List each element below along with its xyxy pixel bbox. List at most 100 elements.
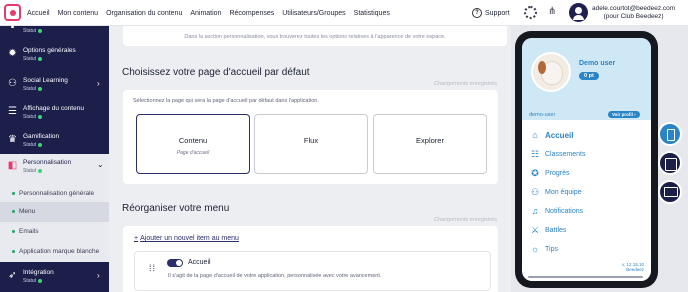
chevron-right-icon: › <box>97 271 100 280</box>
sidebar-item-affichage-contenu[interactable]: ☰ Affichage du contenu Statut <box>0 102 109 124</box>
phone-menu-tips[interactable]: ☼ Tips <box>530 243 558 255</box>
phone-menu-battles[interactable]: ⚔ Battles <box>530 224 566 236</box>
add-menu-item-label: Ajouter un nouvel item au menu <box>140 235 239 242</box>
phone-menu-progres[interactable]: ✪ Progrès <box>530 167 569 179</box>
menu-item-description: Il s'agit de la page d'accueil de votre … <box>168 273 382 279</box>
option-flux[interactable]: Flux <box>254 114 368 174</box>
sidebar-item-label: Personnalisation <box>23 159 72 166</box>
user-account-info[interactable]: adele.courtot@beedeez.com (pour Club Bee… <box>592 5 675 21</box>
menu-card: + Ajouter un nouvel item au menu ⁞⁞ Accue… <box>123 226 498 292</box>
subitem-application-marque-blanche[interactable]: Application marque blanche <box>0 242 109 262</box>
phone-menu-notifications[interactable]: ♫ Notifications <box>530 205 584 217</box>
network-share-icon[interactable]: ⋔ <box>548 6 560 18</box>
view-profile-label: Voir profil <box>612 112 633 117</box>
subitem-menu[interactable]: Menu <box>0 202 109 222</box>
nav-animation[interactable]: Animation <box>190 10 221 17</box>
sidebar-status: Statut <box>23 278 43 284</box>
desktop-device-icon[interactable] <box>658 180 682 204</box>
profile-header: Demo user 0 pt <box>522 38 651 120</box>
menu-item-row: ⁞⁞ Accueil Il s'agit de la page d'accuei… <box>134 251 491 291</box>
sidebar-item-label: Intégration <box>23 269 54 276</box>
sidebar-status: Statut <box>23 56 43 62</box>
phone-menu-label: Battles <box>545 226 567 234</box>
points-badge: 0 pt <box>579 72 599 80</box>
gear-icon: ✹ <box>8 48 17 59</box>
bell-icon: ♫ <box>531 206 539 216</box>
option-contenu[interactable]: Contenu Page d'accueil <box>136 114 250 174</box>
status-dot <box>38 28 43 33</box>
nav-recompenses[interactable]: Récompenses <box>229 10 274 17</box>
section-intro: Dans la section personnalisation, vous t… <box>123 26 507 46</box>
subitem-label: Emails <box>19 228 39 235</box>
option-title: Flux <box>303 136 319 145</box>
option-subtitle: Page d'accueil <box>176 150 210 156</box>
chevron-down-icon: ⌄ <box>97 160 104 169</box>
status-dot <box>38 278 43 283</box>
menu-item-title: Accueil <box>188 259 211 266</box>
sidebar-item-label: Affichage du contenu <box>23 105 84 112</box>
subitem-personnalisation-generale[interactable]: Personnalisation générale <box>0 184 109 204</box>
main-content: Dans la section personnalisation, vous t… <box>109 26 511 292</box>
drag-handle-icon[interactable]: ⁞⁞ <box>149 264 157 278</box>
nav-accueil[interactable]: Accueil <box>27 10 50 17</box>
subitem-label: Personnalisation générale <box>19 190 95 197</box>
nav-mon-contenu[interactable]: Mon contenu <box>58 10 98 17</box>
status-dot <box>38 56 43 61</box>
top-navigation-bar: Accueil Mon contenu Organisation du cont… <box>0 0 688 26</box>
user-avatar-icon[interactable] <box>569 3 588 22</box>
homepage-card: Sélectionnez la page qui sera la page d'… <box>123 90 498 184</box>
beedeez-logo-icon[interactable] <box>4 4 21 21</box>
sidebar-item-social-learning[interactable]: ⚇ Social Learning Statut › <box>0 74 109 96</box>
nav-utilisateurs[interactable]: Utilisateurs/Groupes <box>282 10 345 17</box>
help-icon: ? <box>472 8 482 18</box>
phone-menu-label: Notifications <box>545 207 584 215</box>
plus-icon: + <box>134 235 139 242</box>
phone-menu-classements[interactable]: ☷ Classements <box>530 148 586 160</box>
mobile-device-icon[interactable] <box>658 122 682 146</box>
option-title: Explorer <box>416 136 444 145</box>
people-icon: ⚇ <box>8 78 17 89</box>
bullet-icon <box>12 210 15 213</box>
sidebar-item-personnalisation[interactable]: ◧ Personnalisation Statut ⌄ <box>0 154 109 184</box>
sidebar-item-label: Gamification <box>23 133 60 140</box>
profile-username: demo-user <box>529 112 556 118</box>
status-dot <box>38 168 43 173</box>
clipped-item-icon: ▪ <box>10 22 15 33</box>
tablet-device-icon[interactable] <box>658 151 682 175</box>
phone-menu-accueil[interactable]: ⌂ Accueil <box>530 129 573 141</box>
nav-organisation[interactable]: Organisation du contenu <box>106 10 182 17</box>
brand-name: Beedeez <box>626 267 644 272</box>
view-profile-button[interactable]: Voir profil › <box>608 111 640 118</box>
phone-menu-label: Tips <box>545 245 558 253</box>
sidebar-item-integration[interactable]: ➶ Intégration Statut › <box>0 266 109 288</box>
sidebar-status: Statut <box>23 28 43 34</box>
accueil-toggle[interactable] <box>167 259 183 267</box>
sidebar-item-gamification[interactable]: ♛ Gamification Statut <box>0 130 109 152</box>
team-icon: ⚇ <box>530 187 540 197</box>
paint-icon: ◧ <box>7 160 18 171</box>
menu-section-title: Réorganiser votre menu <box>122 203 230 214</box>
sidebar-item-partial[interactable]: ▪ Statut <box>0 22 109 38</box>
subitem-label: Menu <box>19 208 36 215</box>
option-title: Contenu <box>178 136 208 145</box>
settings-gear-icon[interactable] <box>524 6 537 19</box>
bullet-icon <box>12 192 15 195</box>
phone-menu-label: Accueil <box>545 130 574 140</box>
home-icon: ⌂ <box>532 130 538 140</box>
support-button[interactable]: ? Support <box>472 6 510 20</box>
profile-name: Demo user <box>579 60 616 67</box>
option-explorer[interactable]: Explorer <box>373 114 487 174</box>
phone-screen: Demo user 0 pt demo-user Voir profil › ⌂… <box>522 38 651 281</box>
lightbulb-icon: ☼ <box>530 244 540 254</box>
leaderboard-icon: ☷ <box>530 149 540 159</box>
settings-sidebar: ▪ Statut ✹ Options générales Statut ⚇ So… <box>0 22 109 292</box>
dog-avatar-icon <box>531 52 571 92</box>
user-email: adele.courtot@beedeez.com <box>592 5 676 12</box>
subitem-emails[interactable]: Emails <box>0 222 109 242</box>
nav-statistiques[interactable]: Statistiques <box>354 10 390 17</box>
phone-menu-equipe[interactable]: ⚇ Mon équipe <box>530 186 582 198</box>
phone-scrollbar[interactable] <box>528 276 643 278</box>
add-menu-item-link[interactable]: + Ajouter un nouvel item au menu <box>134 235 239 242</box>
sidebar-item-options-generales[interactable]: ✹ Options générales Statut <box>0 44 109 66</box>
bullet-icon <box>12 230 15 233</box>
